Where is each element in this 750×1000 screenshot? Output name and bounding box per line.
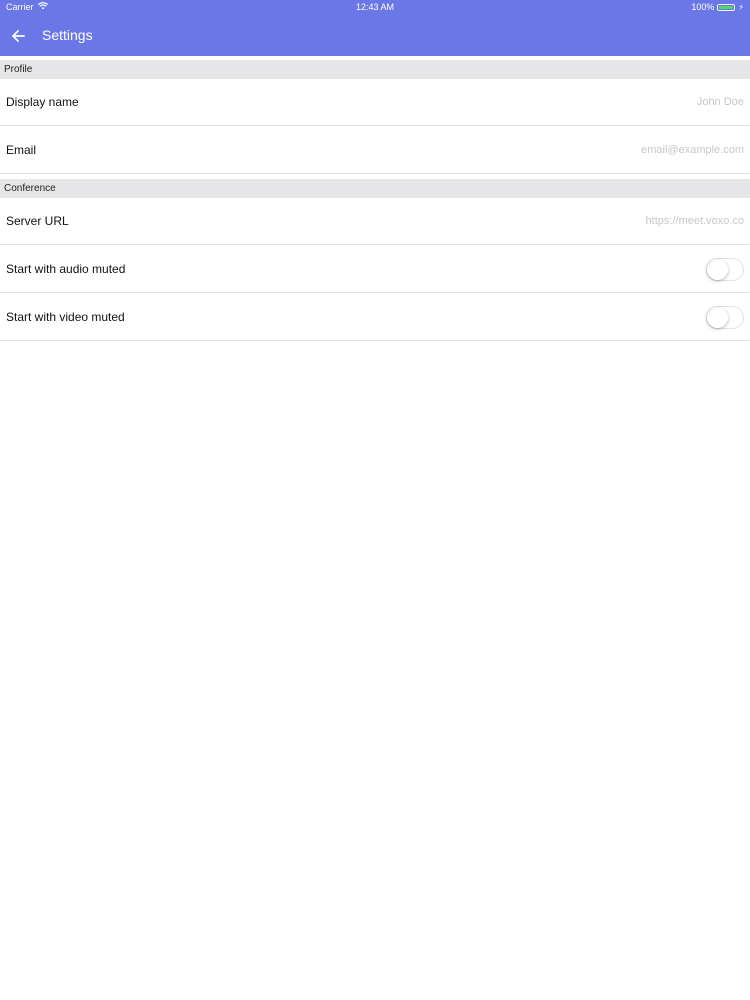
battery-percent: 100% [691,2,715,12]
arrow-left-icon [12,30,25,42]
video-muted-row: Start with video muted [0,294,750,341]
audio-muted-label: Start with audio muted [6,262,126,276]
section-header-profile: Profile [0,60,750,79]
server-url-row[interactable]: Server URL [0,198,750,245]
audio-muted-row: Start with audio muted [0,246,750,293]
email-row[interactable]: Email [0,127,750,174]
back-button[interactable] [4,22,32,50]
email-label: Email [6,143,37,157]
toggle-knob [707,307,728,328]
display-name-input[interactable] [484,93,744,111]
battery-icon [717,3,736,11]
status-time: 12:43 AM [355,2,395,12]
display-name-label: Display name [6,95,79,109]
section-header-conference: Conference [0,179,750,198]
video-muted-label: Start with video muted [6,310,125,324]
battery-info: 100% ⚡ [691,2,744,12]
video-muted-toggle[interactable] [706,306,744,329]
toggle-knob [707,259,728,280]
audio-muted-toggle[interactable] [706,258,744,281]
charging-icon: ⚡ [738,2,744,12]
nav-bar: Settings [0,16,750,56]
email-input[interactable] [484,141,744,159]
server-url-label: Server URL [6,214,69,228]
page-title: Settings [42,27,93,43]
display-name-row[interactable]: Display name [0,79,750,126]
server-url-input[interactable] [484,212,744,230]
status-bar: Carrier 12:43 AM 100% ⚡ [0,0,750,16]
